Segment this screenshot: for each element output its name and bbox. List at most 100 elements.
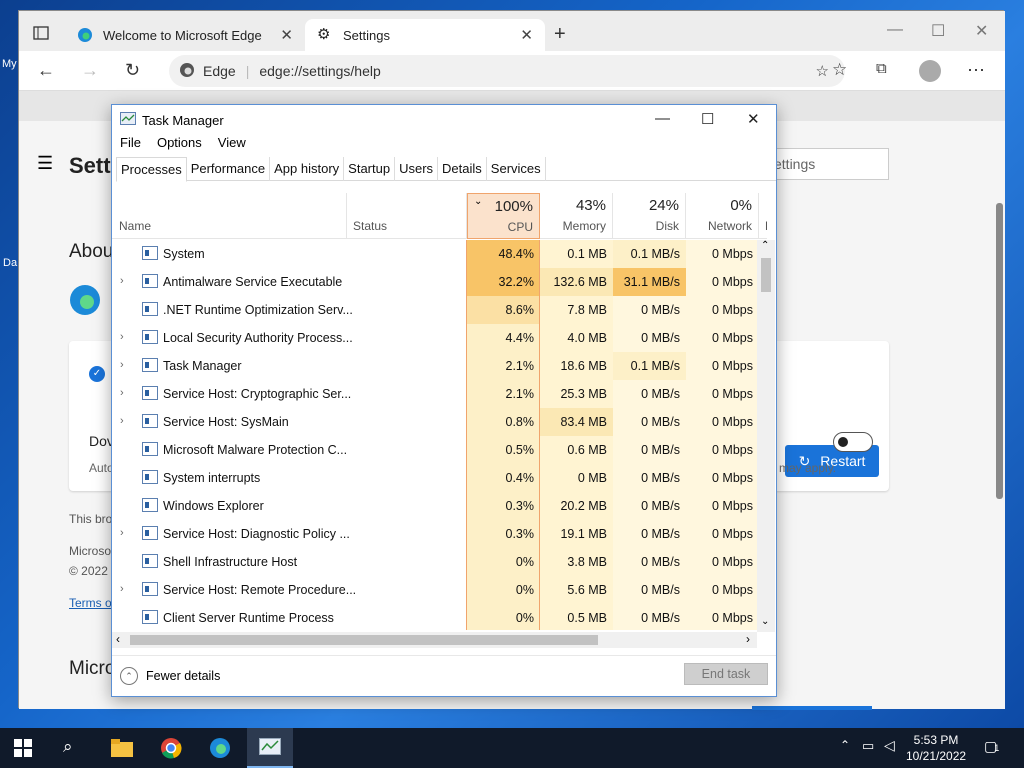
col-cpu[interactable]: ⌄ 100% CPU: [467, 193, 540, 239]
search-icon[interactable]: ⌕: [63, 737, 73, 757]
start-icon[interactable]: [14, 739, 32, 760]
tab-actions-icon[interactable]: [33, 25, 49, 44]
end-task-button[interactable]: End task: [684, 663, 768, 685]
process-row[interactable]: › Task Manager 2.1% 18.6 MB 0.1 MB/s 0 Mbps: [112, 352, 767, 380]
col-memory[interactable]: 43% Memory: [540, 193, 613, 239]
fewer-details-link[interactable]: Fewer details: [146, 669, 220, 683]
process-row[interactable]: › Service Host: SysMain 0.8% 83.4 MB 0 MB/s 0…: [112, 408, 767, 436]
col-name[interactable]: Name: [112, 193, 347, 239]
process-name: Service Host: Remote Procedure...: [163, 583, 357, 597]
minimize-icon[interactable]: —: [887, 21, 903, 39]
minimize-icon[interactable]: —: [655, 110, 670, 127]
desktop-icon-label[interactable]: Da: [3, 257, 17, 269]
process-row[interactable]: System 48.4% 0.1 MB 0.1 MB/s 0 Mbps: [112, 240, 767, 268]
close-tab-icon[interactable]: ✕: [520, 26, 533, 44]
scroll-right-icon[interactable]: ›: [746, 632, 750, 646]
expand-icon[interactable]: ›: [120, 415, 124, 427]
process-disk: 0.1 MB/s: [613, 240, 686, 268]
forward-icon[interactable]: →: [81, 60, 99, 81]
tab-users[interactable]: Users: [395, 157, 439, 181]
process-row[interactable]: › Service Host: Diagnostic Policy ... 0.3%…: [112, 520, 767, 548]
add-favorite-icon[interactable]: ☆: [816, 62, 829, 80]
tray-chevron-icon[interactable]: ⌃: [840, 738, 850, 752]
process-row[interactable]: .NET Runtime Optimization Serv... 8.6% 7.8…: [112, 296, 767, 324]
process-disk: 0 MB/s: [613, 380, 686, 408]
collections-icon[interactable]: ⧉: [876, 60, 887, 77]
scroll-down-icon[interactable]: ⌄: [761, 616, 769, 627]
tab-performance[interactable]: Performance: [187, 157, 271, 181]
process-mem: 132.6 MB: [540, 268, 613, 296]
scroll-thumb[interactable]: [761, 258, 771, 292]
chrome-icon[interactable]: [160, 737, 182, 762]
process-row[interactable]: › Service Host: Remote Procedure... 0% 5.6 …: [112, 576, 767, 604]
expand-icon[interactable]: ›: [120, 527, 124, 539]
back-icon[interactable]: ←: [37, 60, 55, 81]
scroll-thumb[interactable]: [130, 635, 598, 645]
network-icon[interactable]: ▭: [862, 738, 874, 754]
url-field[interactable]: Edge | edge://settings/help ☆: [169, 55, 845, 87]
close-icon[interactable]: ✕: [747, 110, 760, 128]
notification-icon[interactable]: ▢1: [984, 738, 999, 755]
horizontal-scrollbar[interactable]: ‹ ›: [112, 632, 757, 648]
title-bar[interactable]: Task Manager — ☐ ✕: [112, 105, 776, 135]
process-row[interactable]: System interrupts 0.4% 0 MB 0 MB/s 0 Mbps: [112, 464, 767, 492]
tab-details[interactable]: Details: [438, 157, 487, 181]
close-window-icon[interactable]: ✕: [975, 21, 988, 41]
edge-taskbar-icon[interactable]: [209, 737, 231, 762]
tab-services[interactable]: Services: [487, 157, 546, 181]
col-disk[interactable]: 24% Disk: [613, 193, 686, 239]
process-row[interactable]: Shell Infrastructure Host 0% 3.8 MB 0 MB/s 0…: [112, 548, 767, 576]
maximize-icon[interactable]: ☐: [701, 110, 714, 128]
download-toggle[interactable]: [833, 432, 873, 452]
new-tab-icon[interactable]: +: [554, 23, 566, 46]
tab-label: Settings: [343, 27, 390, 43]
collapse-icon[interactable]: ⌃: [120, 667, 138, 685]
page-scrollbar[interactable]: [996, 203, 1003, 499]
url-prefix: Edge: [203, 63, 236, 79]
more-icon[interactable]: ⋯: [967, 60, 985, 81]
process-row[interactable]: Windows Explorer 0.3% 20.2 MB 0 MB/s 0 Mbps: [112, 492, 767, 520]
expand-icon[interactable]: ›: [120, 275, 124, 287]
expand-icon[interactable]: ›: [120, 387, 124, 399]
process-name: Local Security Authority Process...: [163, 331, 353, 345]
file-explorer-icon[interactable]: [111, 739, 133, 760]
tab-settings[interactable]: ⚙ Settings ✕: [305, 19, 545, 51]
menu-icon[interactable]: ☰: [37, 153, 53, 174]
process-mem: 19.1 MB: [540, 520, 613, 548]
process-row[interactable]: › Service Host: Cryptographic Ser... 2.1% 2…: [112, 380, 767, 408]
process-icon: [142, 358, 158, 372]
menu-file[interactable]: File: [112, 135, 149, 155]
refresh-icon[interactable]: ↻: [125, 60, 140, 81]
desktop-icon-label[interactable]: My: [2, 58, 17, 70]
taskbar-task-manager[interactable]: [247, 728, 293, 768]
expand-icon[interactable]: ›: [120, 583, 124, 595]
vertical-scrollbar[interactable]: ⌃ ⌄: [757, 240, 775, 632]
scroll-up-icon[interactable]: ⌃: [761, 240, 769, 251]
col-status[interactable]: Status: [347, 193, 467, 239]
col-power[interactable]: P: [759, 193, 767, 239]
terms-link[interactable]: Terms of: [69, 596, 115, 610]
favorites-icon[interactable]: ☆: [832, 60, 847, 80]
col-network[interactable]: 0% Network: [686, 193, 759, 239]
profile-avatar[interactable]: [919, 60, 941, 82]
scroll-left-icon[interactable]: ‹: [116, 632, 120, 646]
tab-processes[interactable]: Processes: [116, 157, 187, 182]
tab-startup[interactable]: Startup: [344, 157, 396, 181]
tab-welcome[interactable]: Welcome to Microsoft Edge ✕: [69, 19, 305, 51]
tab-app-history[interactable]: App history: [270, 157, 345, 181]
process-row[interactable]: Client Server Runtime Process 0% 0.5 MB 0 M…: [112, 604, 767, 630]
expand-icon[interactable]: ›: [120, 331, 124, 343]
search-settings-input[interactable]: ettings: [769, 148, 889, 180]
memory-total: 43%: [575, 197, 606, 214]
menu-options[interactable]: Options: [149, 135, 210, 155]
process-row[interactable]: › Antimalware Service Executable 32.2% 132.…: [112, 268, 767, 296]
menu-view[interactable]: View: [210, 135, 254, 155]
process-row[interactable]: › Local Security Authority Process... 4.4%…: [112, 324, 767, 352]
volume-icon[interactable]: ◁: [884, 737, 895, 754]
expand-icon[interactable]: ›: [120, 359, 124, 371]
process-row[interactable]: Microsoft Malware Protection C... 0.5% 0.6…: [112, 436, 767, 464]
maximize-icon[interactable]: ☐: [931, 21, 945, 41]
col-label: Memory: [562, 219, 606, 233]
clock[interactable]: 5:53 PM 10/21/2022: [906, 732, 966, 764]
close-tab-icon[interactable]: ✕: [280, 26, 293, 44]
